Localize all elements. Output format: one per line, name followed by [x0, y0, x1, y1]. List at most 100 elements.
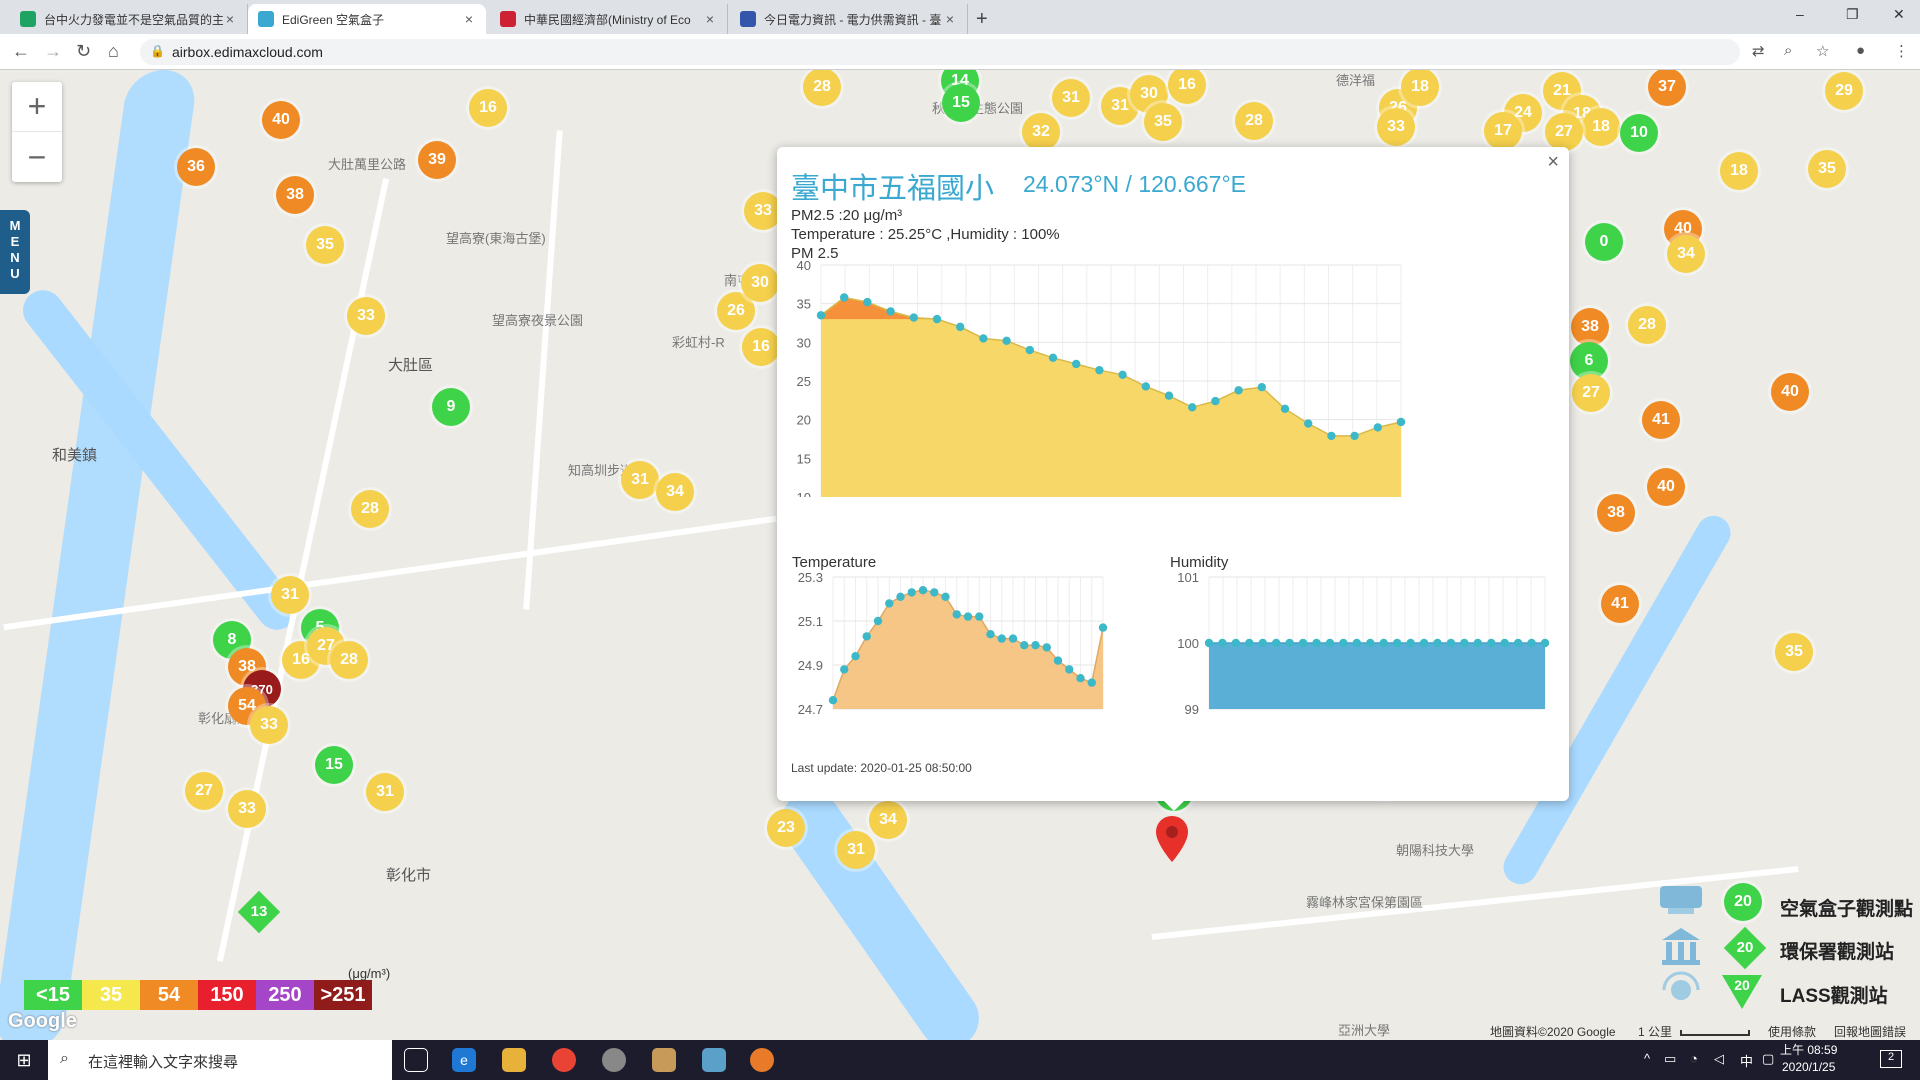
data-point[interactable]: [1527, 638, 1536, 648]
data-point[interactable]: [1231, 638, 1241, 648]
airbox-marker[interactable]: 9: [432, 388, 470, 426]
airbox-marker[interactable]: 27: [185, 772, 223, 810]
wifi-icon[interactable]: ◔: [1690, 1051, 1698, 1066]
airbox-marker[interactable]: 27: [1572, 374, 1610, 412]
airbox-marker[interactable]: 28: [1235, 102, 1273, 140]
data-point[interactable]: [1406, 638, 1415, 648]
browser-tab[interactable]: EdiGreen 空氣盒子 ×: [248, 4, 486, 34]
profile-icon[interactable]: ●: [1856, 42, 1865, 59]
data-point[interactable]: [975, 612, 984, 621]
data-point[interactable]: [1002, 336, 1011, 345]
data-point[interactable]: [1025, 345, 1034, 355]
data-point[interactable]: [1366, 638, 1375, 648]
chrome-icon[interactable]: [552, 1048, 576, 1072]
data-point[interactable]: [1446, 638, 1456, 648]
data-point[interactable]: [1118, 370, 1127, 380]
back-icon[interactable]: ←: [12, 41, 30, 62]
airbox-marker[interactable]: 35: [306, 226, 344, 264]
data-point[interactable]: [1098, 623, 1108, 632]
zoom-out-button[interactable]: −: [12, 132, 62, 182]
data-point[interactable]: [941, 592, 950, 601]
airbox-marker[interactable]: 31: [621, 461, 659, 499]
zoom-icon[interactable]: ⌕: [1784, 42, 1792, 59]
app-icon[interactable]: [702, 1048, 726, 1072]
tray-chevron-icon[interactable]: ^: [1644, 1051, 1650, 1066]
data-point[interactable]: [1540, 638, 1550, 648]
data-point[interactable]: [828, 696, 838, 705]
data-point[interactable]: [863, 297, 872, 307]
airbox-marker[interactable]: 28: [1628, 306, 1666, 344]
data-point[interactable]: [1513, 638, 1523, 648]
data-point[interactable]: [1234, 386, 1243, 395]
data-point[interactable]: [1373, 423, 1382, 432]
airbox-marker[interactable]: 38: [1597, 494, 1635, 532]
data-point[interactable]: [1087, 678, 1096, 687]
terms-link[interactable]: 使用條款: [1768, 1023, 1816, 1040]
data-point[interactable]: [1076, 674, 1085, 683]
zoom-in-button[interactable]: +: [12, 82, 62, 132]
clock[interactable]: 上午 08:59 2020/1/25: [1780, 1042, 1837, 1076]
data-point[interactable]: [1258, 638, 1267, 648]
report-error-link[interactable]: 回報地圖錯誤: [1834, 1023, 1906, 1040]
data-point[interactable]: [851, 652, 860, 661]
airbox-marker[interactable]: 0: [1585, 223, 1623, 261]
data-point[interactable]: [952, 610, 961, 619]
airbox-marker[interactable]: 18: [1720, 152, 1758, 190]
airbox-marker[interactable]: 31: [1052, 79, 1090, 117]
airbox-marker[interactable]: 28: [803, 70, 841, 106]
airbox-marker[interactable]: 18: [1401, 70, 1439, 106]
data-point[interactable]: [932, 314, 942, 324]
data-point[interactable]: [1031, 641, 1040, 650]
data-point[interactable]: [1141, 382, 1150, 391]
airbox-marker[interactable]: 23: [767, 809, 805, 847]
data-point[interactable]: [816, 311, 826, 320]
app-icon[interactable]: [750, 1048, 774, 1072]
airbox-marker[interactable]: 37: [1648, 70, 1686, 106]
data-point[interactable]: [909, 313, 918, 322]
forward-icon[interactable]: →: [44, 41, 62, 62]
data-point[interactable]: [1048, 353, 1058, 362]
tab-close-icon[interactable]: ×: [462, 11, 476, 27]
browser-tab[interactable]: 台中火力發電並不是空氣品質的主 ×: [10, 4, 248, 34]
data-point[interactable]: [1473, 638, 1482, 648]
airbox-marker[interactable]: 34: [656, 473, 694, 511]
data-point[interactable]: [979, 334, 988, 343]
reload-icon[interactable]: ↻: [76, 41, 91, 62]
data-point[interactable]: [1487, 638, 1496, 648]
app-icon[interactable]: [652, 1048, 676, 1072]
airbox-marker[interactable]: 16: [1168, 70, 1206, 104]
airbox-marker[interactable]: 15: [315, 746, 353, 784]
airbox-marker[interactable]: 33: [228, 790, 266, 828]
translate-icon[interactable]: ⇄: [1752, 42, 1765, 60]
new-tab-button[interactable]: +: [976, 8, 988, 31]
edge-icon[interactable]: e: [452, 1048, 476, 1072]
file-explorer-icon[interactable]: [502, 1048, 526, 1072]
airbox-marker[interactable]: 27: [1545, 113, 1583, 151]
address-bar[interactable]: 🔒 airbox.edimaxcloud.com: [140, 39, 1740, 65]
taskbar-search[interactable]: ⌕ 在這裡輸入文字來搜尋: [48, 1040, 392, 1080]
browser-tab[interactable]: 今日電力資訊 - 電力供需資訊 - 臺 ×: [730, 4, 968, 34]
airbox-marker[interactable]: 35: [1808, 150, 1846, 188]
ime-indicator[interactable]: 中: [1740, 1051, 1753, 1070]
airbox-marker[interactable]: 36: [177, 148, 215, 186]
data-point[interactable]: [840, 665, 849, 674]
map-canvas[interactable]: 大肚區和美鎮彰化市望高寮(東海古堡)望高寮夜景公園知高圳步道大肚萬里公路彰化扇形…: [0, 70, 1920, 1040]
data-point[interactable]: [873, 616, 883, 626]
airbox-marker[interactable]: 15: [942, 84, 980, 122]
minimize-icon[interactable]: –: [1796, 6, 1804, 22]
data-point[interactable]: [1339, 638, 1348, 648]
data-point[interactable]: [1245, 638, 1254, 648]
data-point[interactable]: [1065, 665, 1074, 674]
maximize-icon[interactable]: ❐: [1846, 6, 1859, 23]
data-point[interactable]: [956, 322, 965, 332]
data-point[interactable]: [1350, 431, 1359, 441]
data-point[interactable]: [907, 588, 916, 597]
airbox-marker[interactable]: 28: [330, 641, 368, 679]
battery-icon[interactable]: ▭: [1664, 1051, 1676, 1067]
data-point[interactable]: [1257, 382, 1266, 392]
bookmark-star-icon[interactable]: ☆: [1816, 42, 1829, 60]
airbox-marker[interactable]: 31: [366, 773, 404, 811]
airbox-marker[interactable]: 16: [742, 328, 780, 366]
data-point[interactable]: [918, 586, 928, 595]
airbox-marker[interactable]: 33: [1377, 108, 1415, 146]
